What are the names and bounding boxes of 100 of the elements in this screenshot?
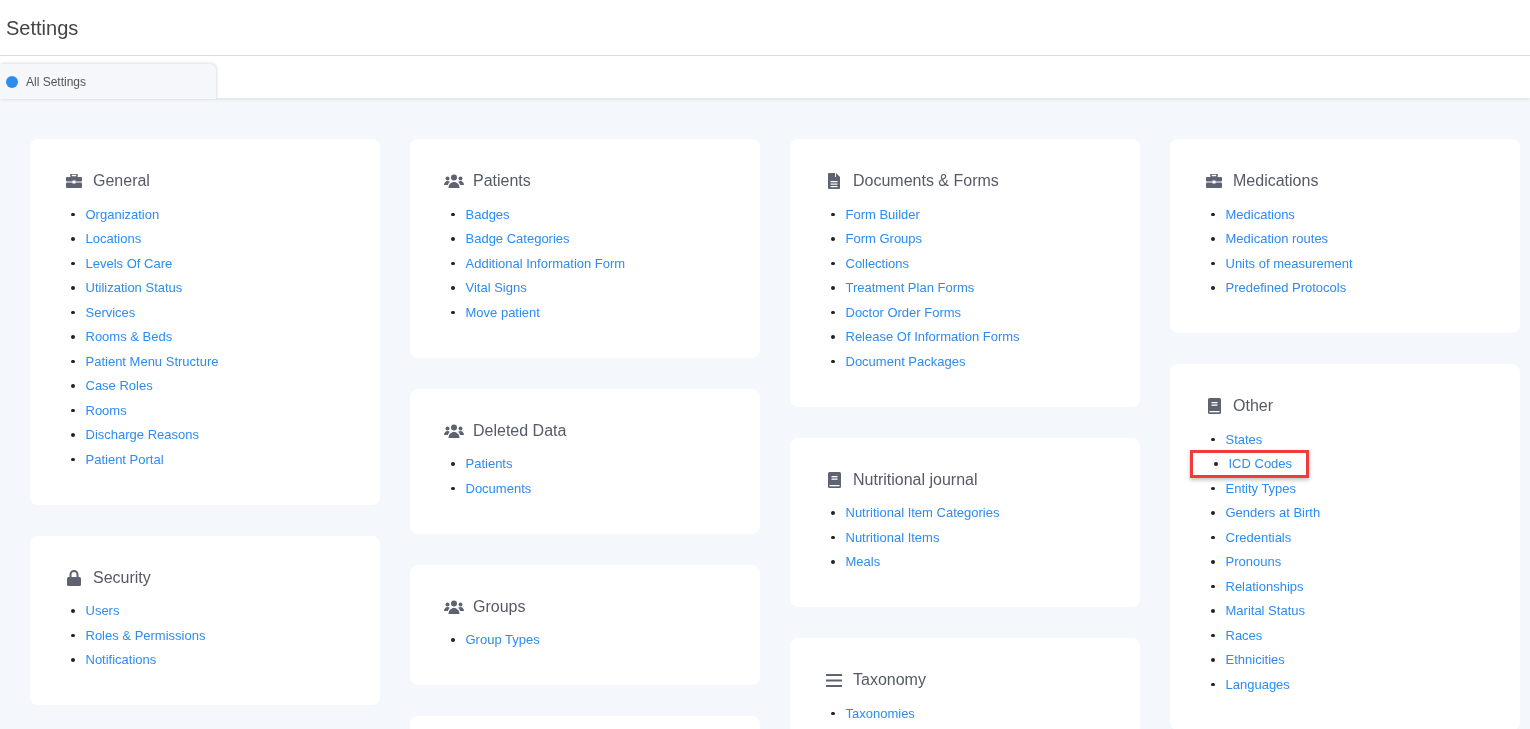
settings-link[interactable]: Users: [85, 601, 120, 621]
bullet-icon: [1211, 633, 1215, 637]
bullet-icon: [1211, 560, 1215, 564]
bullet-icon: [71, 658, 75, 662]
settings-link[interactable]: Roles & Permissions: [85, 625, 206, 645]
bullet-icon: [71, 433, 75, 437]
section-title: Documents & Forms: [853, 171, 999, 191]
settings-link[interactable]: Discharge Reasons: [85, 425, 199, 445]
settings-link[interactable]: Levels Of Care: [85, 253, 173, 273]
bullet-icon: [71, 212, 75, 216]
section-title: Taxonomy: [853, 670, 926, 690]
settings-link[interactable]: Genders at Birth: [1225, 503, 1321, 523]
bullet-icon: [71, 633, 75, 637]
settings-link[interactable]: Collections: [845, 253, 910, 273]
bullet-icon: [1211, 237, 1215, 241]
section-title: Security: [93, 567, 151, 588]
settings-link[interactable]: Utilization Status: [85, 278, 183, 298]
users-icon: [444, 174, 464, 188]
section-title: Medications: [1233, 171, 1319, 191]
settings-link[interactable]: Nutritional Item Categories: [845, 503, 1000, 523]
page-title: Settings: [6, 15, 79, 41]
settings-link[interactable]: Entity Types: [1225, 478, 1297, 498]
settings-link[interactable]: Rooms: [85, 400, 127, 420]
section-title: Nutritional journal: [853, 469, 978, 490]
bullet-icon: [451, 310, 455, 314]
settings-link[interactable]: Nutritional Items: [845, 527, 940, 547]
bullet-icon: [831, 335, 835, 339]
bullet-icon: [451, 212, 455, 216]
bullet-icon: [1211, 437, 1215, 441]
settings-link[interactable]: Release Of Information Forms: [845, 327, 1020, 347]
bullet-icon: [71, 408, 75, 412]
users-icon: [444, 599, 464, 614]
bullet-icon: [451, 486, 455, 490]
settings-link[interactable]: Languages: [1225, 674, 1290, 694]
settings-link[interactable]: ICD Codes: [1228, 454, 1293, 474]
settings-link[interactable]: Relationships: [1225, 576, 1304, 596]
bullet-icon: [831, 286, 835, 290]
settings-link[interactable]: Notifications: [85, 650, 157, 670]
bullet-icon: [71, 237, 75, 241]
bullet-icon: [1211, 212, 1215, 216]
bullet-icon: [1211, 658, 1215, 662]
settings-link[interactable]: Doctor Order Forms: [845, 302, 962, 322]
settings-link[interactable]: Vital Signs: [465, 278, 527, 298]
settings-link[interactable]: Races: [1225, 625, 1263, 645]
settings-link[interactable]: Services: [85, 302, 136, 322]
settings-link[interactable]: Additional Information Form: [465, 253, 626, 273]
section-title: Other: [1233, 396, 1273, 416]
settings-link[interactable]: Marital Status: [1225, 601, 1305, 621]
settings-link[interactable]: Medications: [1225, 204, 1295, 224]
settings-link[interactable]: Form Groups: [845, 229, 923, 249]
document-icon: [828, 173, 840, 189]
bullet-icon: [451, 261, 455, 265]
settings-link[interactable]: Badge Categories: [465, 229, 570, 249]
bullet-icon: [1211, 682, 1215, 686]
bullet-icon: [831, 535, 835, 539]
settings-link[interactable]: Document Packages: [845, 351, 966, 371]
bullet-icon: [831, 237, 835, 241]
settings-link[interactable]: Taxonomies: [845, 703, 915, 723]
settings-tab[interactable]: All Settings: [0, 64, 216, 99]
bullet-icon: [71, 335, 75, 339]
briefcase-icon: [1206, 174, 1222, 188]
settings-link[interactable]: Documents: [465, 478, 532, 498]
settings-link[interactable]: Rooms & Beds: [85, 327, 173, 347]
menu-icon: [826, 673, 842, 687]
bullet-icon: [71, 384, 75, 388]
section-title: General: [93, 171, 150, 191]
settings-link[interactable]: States: [1225, 429, 1263, 449]
settings-link[interactable]: Form Builder: [845, 204, 920, 224]
settings-link[interactable]: Case Roles: [85, 376, 153, 396]
book-icon: [827, 471, 841, 488]
settings-link[interactable]: Ethnicities: [1225, 650, 1285, 670]
settings-link[interactable]: Treatment Plan Forms: [845, 278, 975, 298]
settings-link[interactable]: Organization: [85, 204, 160, 224]
bullet-icon: [1211, 286, 1215, 290]
section-title: Patients: [473, 171, 531, 191]
settings-link[interactable]: Move patient: [465, 302, 540, 322]
bullet-icon: [831, 310, 835, 314]
settings-link[interactable]: Patients: [465, 454, 513, 474]
settings-link[interactable]: Patient Portal: [85, 449, 164, 469]
settings-link[interactable]: Group Types: [465, 630, 540, 650]
settings-link[interactable]: Badges: [465, 204, 510, 224]
bullet-icon: [831, 711, 835, 715]
bullet-icon: [831, 560, 835, 564]
settings-link[interactable]: Pronouns: [1225, 552, 1282, 572]
section-title: Deleted Data: [473, 420, 567, 441]
bullet-icon: [451, 638, 455, 642]
settings-link[interactable]: Meals: [845, 552, 881, 572]
users-icon: [444, 423, 464, 438]
bullet-icon: [1211, 261, 1215, 265]
settings-link[interactable]: Credentials: [1225, 527, 1292, 547]
settings-link[interactable]: Patient Menu Structure: [85, 351, 219, 371]
bullet-icon: [71, 286, 75, 290]
bullet-icon: [451, 462, 455, 466]
bullet-icon: [1211, 486, 1215, 490]
settings-link[interactable]: Units of measurement: [1225, 253, 1353, 273]
settings-link[interactable]: Predefined Protocols: [1225, 278, 1347, 298]
briefcase-icon: [66, 174, 82, 188]
bullet-icon: [831, 359, 835, 363]
settings-link[interactable]: Locations: [85, 229, 142, 249]
settings-link[interactable]: Medication routes: [1225, 229, 1329, 249]
